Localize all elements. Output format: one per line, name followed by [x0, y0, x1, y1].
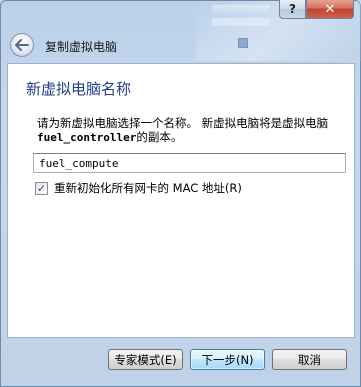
vm-name-input[interactable] [33, 153, 346, 173]
background-window-fragment-2 [212, 18, 270, 26]
description-text: 请为新虚拟电脑选择一个名称。 新虚拟电脑将是虚拟电脑 [37, 116, 329, 130]
check-mark-icon: ✓ [36, 181, 47, 195]
back-button[interactable] [10, 33, 34, 57]
close-icon: ✕ [324, 1, 336, 17]
help-icon: ? [289, 2, 296, 16]
cancel-button[interactable]: 取消 [272, 349, 347, 370]
background-icon [238, 38, 248, 48]
page-description: 请为新虚拟电脑选择一个名称。 新虚拟电脑将是虚拟电脑 fuel_controll… [37, 116, 342, 145]
close-button[interactable]: ✕ [306, 0, 354, 19]
reinit-mac-label[interactable]: 重新初始化所有网卡的 MAC 地址(R) [54, 180, 242, 196]
background-window-fragment [212, 5, 270, 15]
wizard-title: 复制虚拟电脑 [45, 40, 118, 54]
reinit-mac-checkbox[interactable]: ✓ [35, 181, 48, 195]
expert-mode-button[interactable]: 专家模式(E) [108, 349, 183, 370]
reinit-mac-option[interactable]: ✓ 重新初始化所有网卡的 MAC 地址(R) [35, 180, 242, 196]
background-toolbar-fragment [238, 36, 298, 50]
source-vm-name: fuel_controller [37, 131, 137, 144]
help-button[interactable]: ? [279, 0, 306, 19]
wizard-page-panel [7, 63, 355, 338]
back-arrow-icon [15, 39, 29, 51]
page-title: 新虚拟电脑名称 [26, 80, 132, 98]
description-suffix: 的副本。 [136, 130, 183, 144]
next-button[interactable]: 下一步(N) [190, 349, 265, 370]
